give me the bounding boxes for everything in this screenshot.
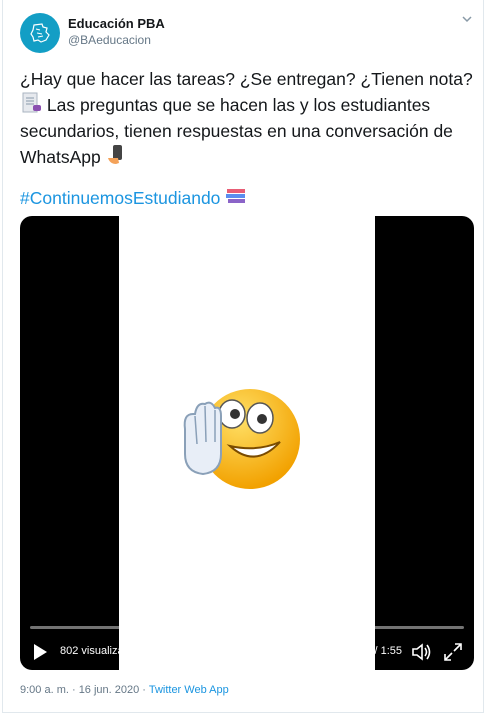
tweet-line-1: ¿Hay que hacer las tareas? ¿Se entregan?… [20,69,473,89]
video-player[interactable]: 802 visualizaciones 0:00 / 1:55 [20,216,474,670]
author-handle[interactable]: @BAeducacion [68,33,151,47]
tweet-line-2: Las preguntas que se hacen las y los est… [20,95,453,167]
chevron-down-icon[interactable] [460,12,474,26]
video-time: 0:00 / 1:55 [350,645,402,657]
hashtag-link[interactable]: #ContinuemosEstudiando [20,188,220,208]
fullscreen-icon[interactable] [442,641,464,663]
phone-emoji [107,145,122,164]
books-emoji [226,189,246,203]
video-controls: 802 visualizaciones 0:00 / 1:55 [20,634,474,670]
page-emoji [22,92,41,113]
view-count: 802 visualizaciones [60,645,156,657]
tweet-card: Educación PBA @BAeducacion ¿Hay que hace… [2,0,484,713]
author-name[interactable]: Educación PBA [68,16,165,31]
play-icon[interactable] [32,643,48,661]
tweet-text: ¿Hay que hacer las tareas? ¿Se entregan?… [20,66,475,170]
avatar-logo [30,23,50,43]
waving-face-emoji [183,389,300,489]
tweet-meta: 9:00 a. m. · 16 jun. 2020 · Twitter Web … [20,684,229,696]
video-progress-bar[interactable] [30,626,464,629]
tweet-timestamp[interactable]: 9:00 a. m. · 16 jun. 2020 · [20,684,149,696]
hashtag-line: #ContinuemosEstudiando [20,185,247,211]
volume-icon[interactable] [410,641,432,663]
tweet-source-link[interactable]: Twitter Web App [149,684,229,696]
avatar[interactable] [20,13,60,53]
